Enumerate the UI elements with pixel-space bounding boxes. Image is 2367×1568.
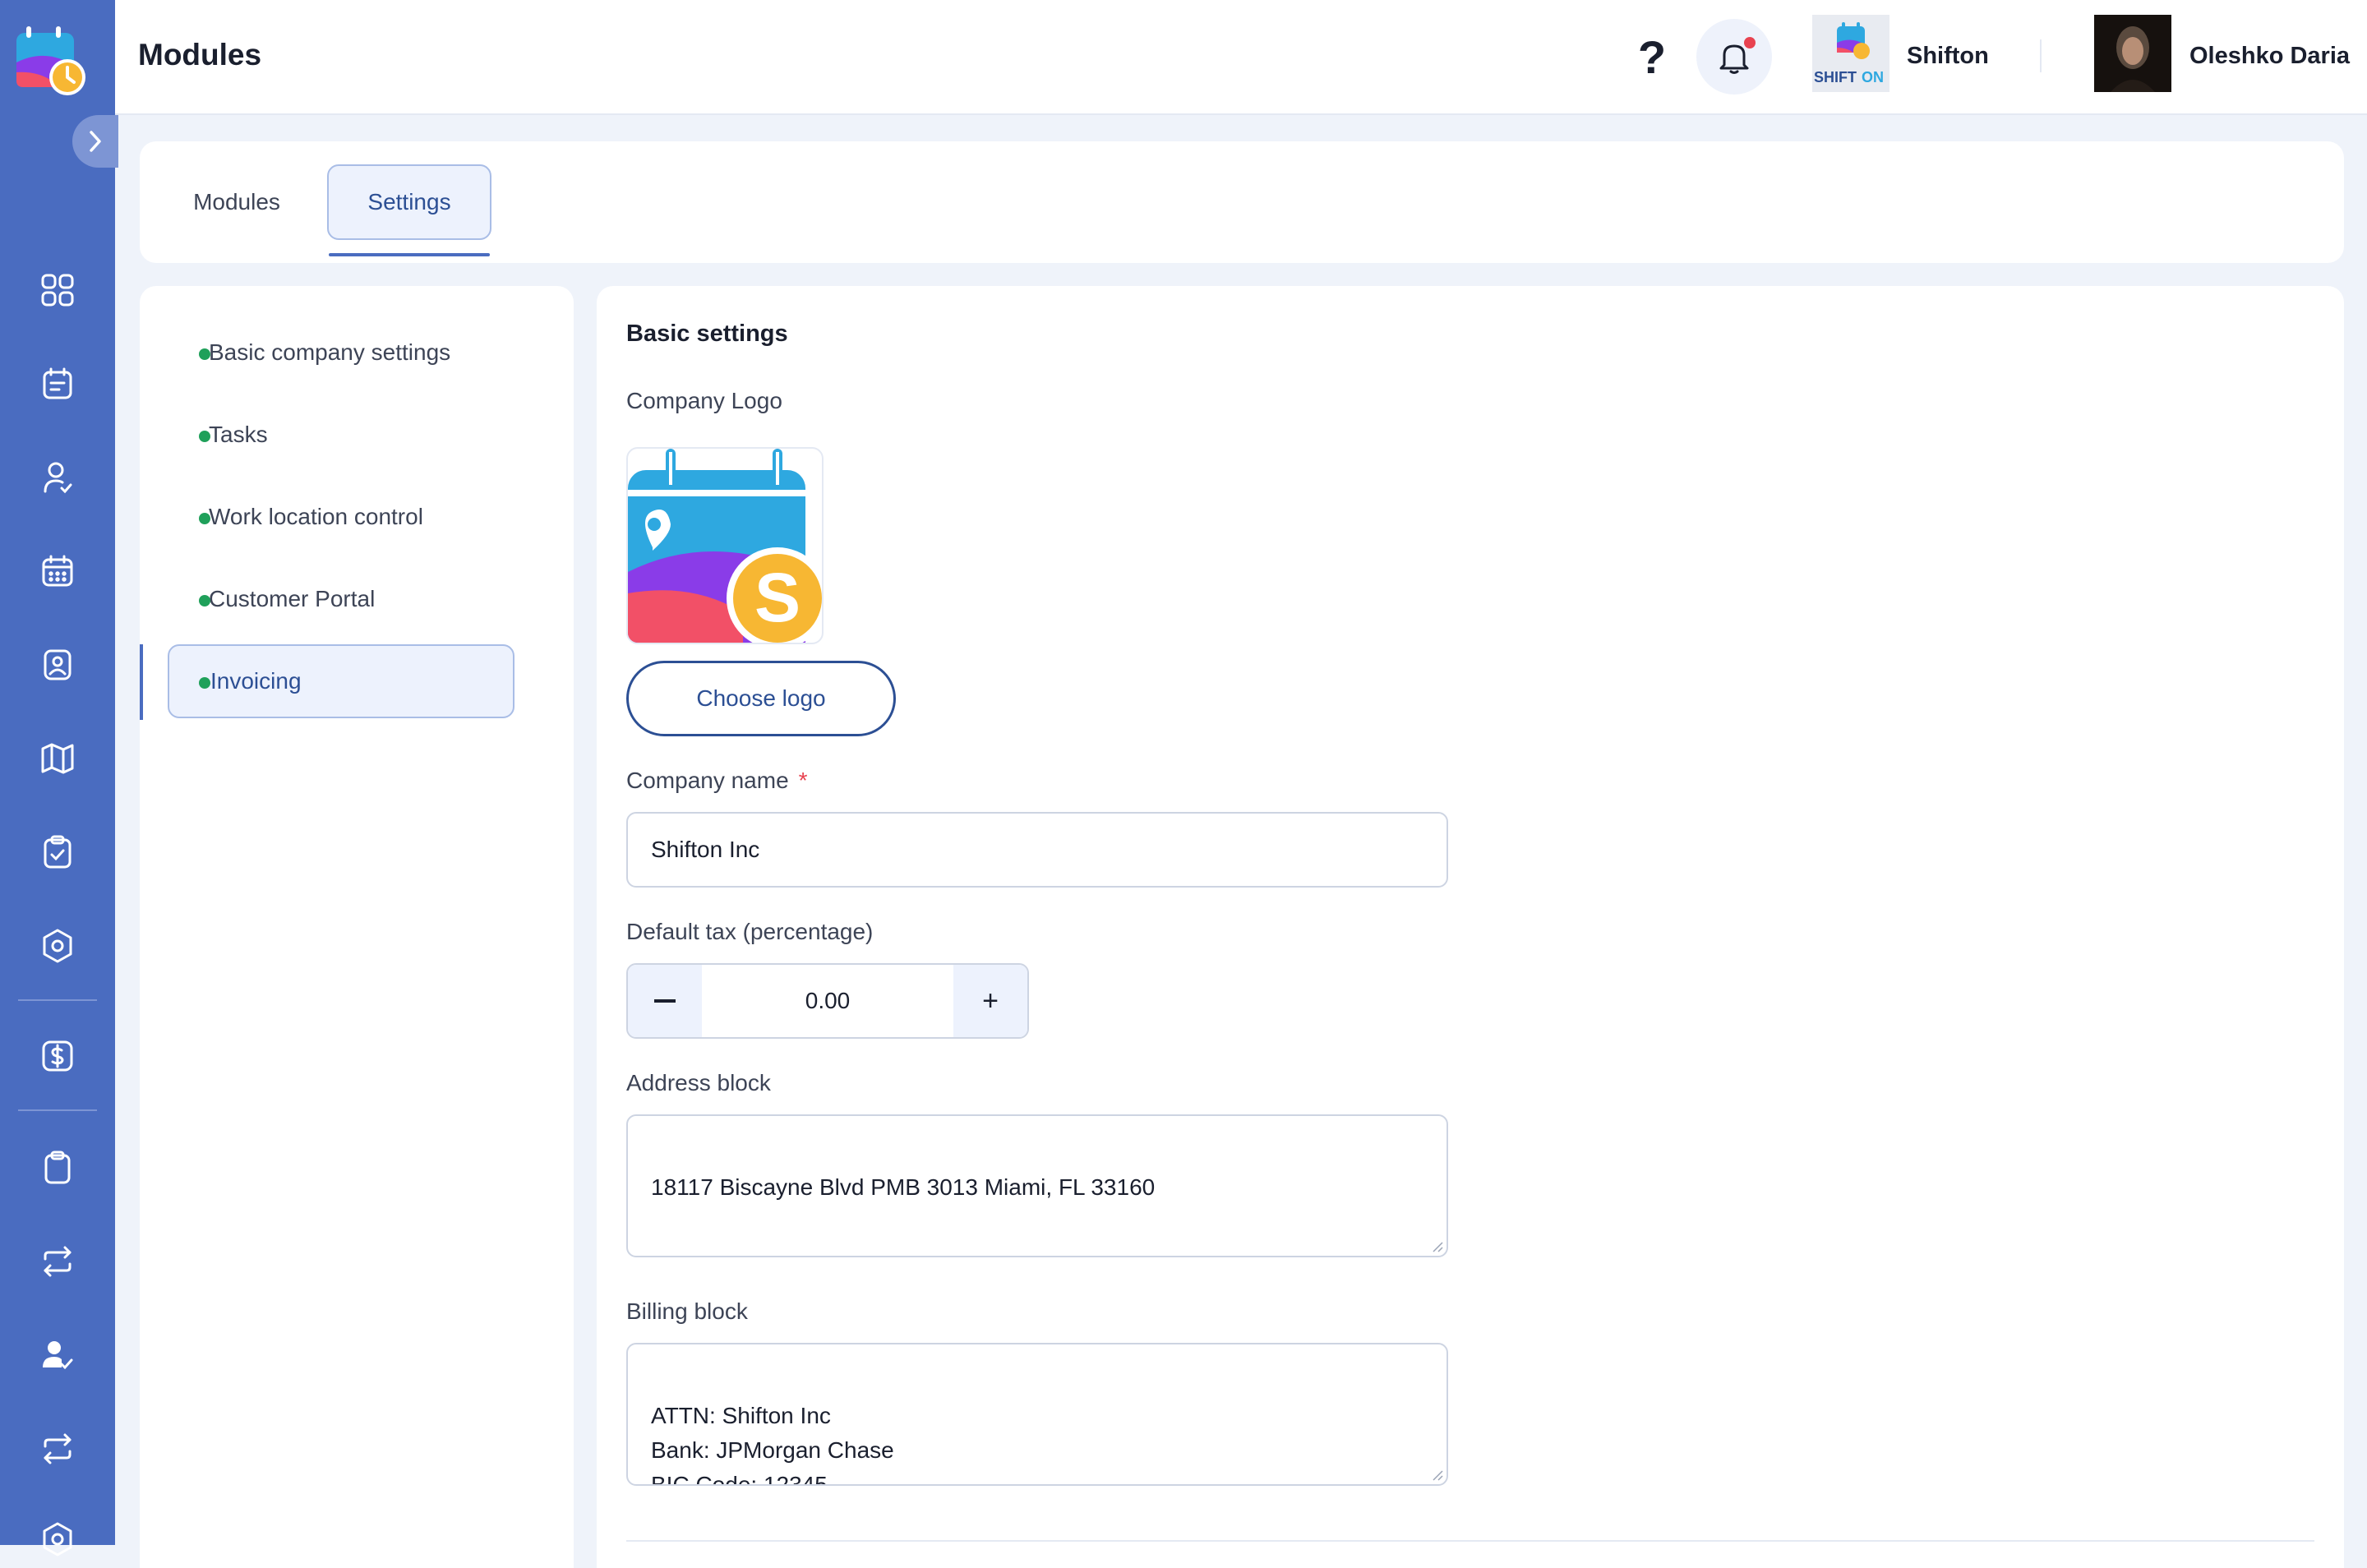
swap-icon[interactable] <box>35 1427 80 1471</box>
page-title: Modules <box>138 38 262 71</box>
active-nav-indicator <box>140 644 143 720</box>
required-marker: * <box>798 768 808 793</box>
status-dot <box>199 677 210 689</box>
nav-item-label: Invoicing <box>210 668 302 694</box>
schedule-note-icon[interactable] <box>35 362 80 406</box>
tax-input[interactable]: 0.00 <box>702 965 953 1037</box>
id-badge-icon[interactable] <box>35 643 80 687</box>
billing-block-textarea[interactable]: ATTN: Shifton Inc Bank: JPMorgan Chase B… <box>626 1343 1448 1486</box>
clipboard-icon[interactable] <box>35 1146 80 1190</box>
section-title: Basic settings <box>626 321 788 347</box>
top-bar: Modules ? SHIFT ON Shifton Oleshko Daria <box>115 0 2367 115</box>
settings-form: Basic settings Company Logo S Choose log… <box>597 286 2344 1568</box>
settings-nav: Basic company settings Tasks Work locati… <box>140 286 574 1568</box>
address-block-label: Address block <box>626 1070 771 1095</box>
status-dot <box>199 513 210 524</box>
tax-stepper: 0.00 + <box>626 963 1029 1039</box>
nav-item-invoicing[interactable]: Invoicing <box>168 644 514 718</box>
header-separator <box>2040 39 2042 72</box>
sidebar-toggle-button[interactable] <box>72 115 118 168</box>
section-divider <box>626 1540 2314 1542</box>
notifications-button[interactable] <box>1696 19 1772 95</box>
nav-item-label: Work location control <box>209 504 423 529</box>
nav-item-label: Basic company settings <box>209 339 451 365</box>
map-icon[interactable] <box>35 736 80 781</box>
active-tab-indicator <box>329 253 490 256</box>
resize-handle-icon[interactable] <box>1432 1469 1443 1481</box>
nav-item-work-location-control[interactable]: Work location control <box>168 480 514 554</box>
company-name[interactable]: Shifton <box>1907 43 1989 70</box>
svg-text:ON: ON <box>1862 69 1884 85</box>
tab-modules[interactable]: Modules <box>171 164 302 240</box>
company-name-label-text: Company name <box>626 768 789 793</box>
billing-block-value: ATTN: Shifton Inc Bank: JPMorgan Chase B… <box>651 1403 894 1486</box>
avatar[interactable] <box>2094 15 2171 92</box>
minus-icon <box>654 999 676 1003</box>
company-logo-thumbnail[interactable]: SHIFT ON <box>1812 15 1889 92</box>
nav-item-label: Customer Portal <box>209 586 376 611</box>
calendar-icon[interactable] <box>35 549 80 593</box>
status-dot <box>199 595 210 606</box>
company-logo-label: Company Logo <box>626 388 782 413</box>
help-button[interactable]: ? <box>1626 28 1678 87</box>
swap-icon[interactable] <box>35 1239 80 1284</box>
company-name-label: Company name * <box>626 768 808 794</box>
svg-text:SHIFT: SHIFT <box>1814 69 1857 85</box>
company-logo-preview: S <box>626 447 824 644</box>
dashboard-icon[interactable] <box>35 268 80 312</box>
status-dot <box>199 348 210 360</box>
tax-increment-button[interactable]: + <box>953 965 1027 1037</box>
nav-item-basic-company-settings[interactable]: Basic company settings <box>168 316 514 390</box>
sidebar-divider <box>18 1109 97 1111</box>
tabs-card: Modules Settings <box>140 141 2344 263</box>
notification-dot <box>1744 37 1756 48</box>
clipboard-check-icon[interactable] <box>35 830 80 874</box>
company-name-field[interactable]: Shifton Inc <box>626 812 1448 888</box>
resize-handle-icon[interactable] <box>1432 1241 1443 1252</box>
user-approve-icon[interactable] <box>35 1333 80 1377</box>
sidebar <box>0 0 118 1556</box>
app-logo[interactable] <box>13 23 89 99</box>
hexagon-settings-icon[interactable] <box>35 1517 80 1561</box>
status-dot <box>199 431 210 442</box>
user-check-icon[interactable] <box>35 455 80 500</box>
dollar-icon[interactable] <box>35 1034 80 1078</box>
default-tax-label: Default tax (percentage) <box>626 919 874 944</box>
choose-logo-button[interactable]: Choose logo <box>626 661 896 736</box>
user-name[interactable]: Oleshko Daria <box>2189 43 2350 70</box>
nav-item-tasks[interactable]: Tasks <box>168 398 514 472</box>
svg-text:S: S <box>754 559 801 636</box>
chevron-right-icon <box>90 131 101 152</box>
nav-item-label: Tasks <box>209 422 268 447</box>
tax-decrement-button[interactable] <box>628 965 702 1037</box>
billing-block-label: Billing block <box>626 1298 748 1324</box>
address-block-textarea[interactable]: 18117 Biscayne Blvd PMB 3013 Miami, FL 3… <box>626 1114 1448 1257</box>
tab-settings[interactable]: Settings <box>327 164 491 240</box>
address-block-value: 18117 Biscayne Blvd PMB 3013 Miami, FL 3… <box>651 1174 1156 1200</box>
nav-item-customer-portal[interactable]: Customer Portal <box>168 562 514 636</box>
sidebar-divider <box>18 999 97 1001</box>
hexagon-settings-icon[interactable] <box>35 924 80 968</box>
